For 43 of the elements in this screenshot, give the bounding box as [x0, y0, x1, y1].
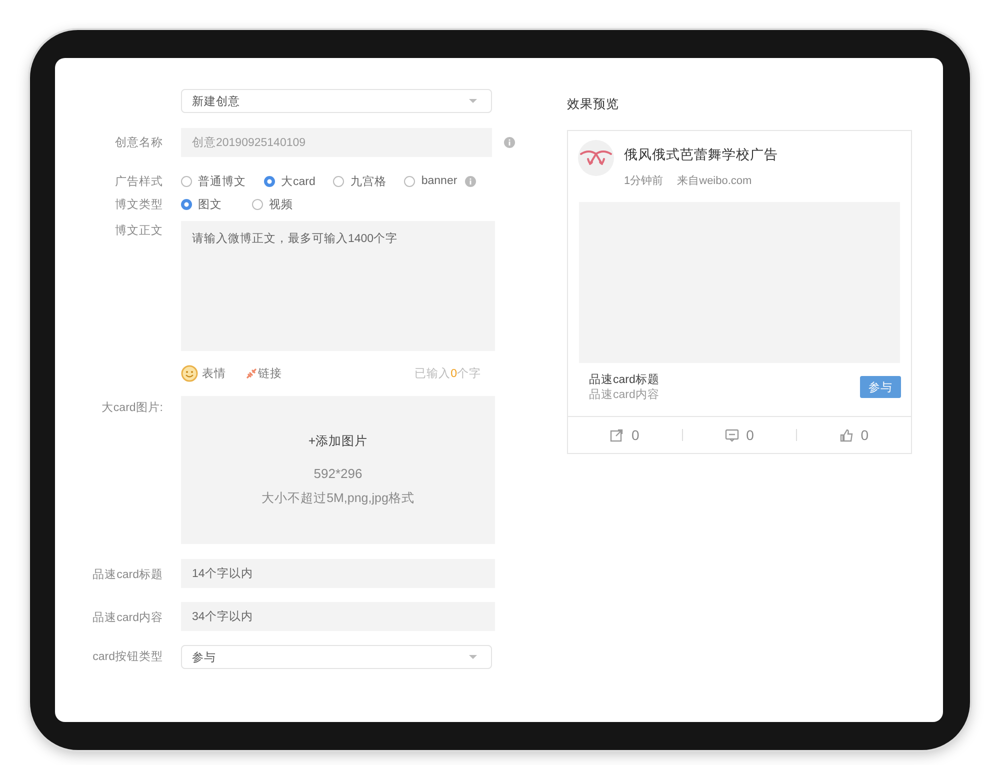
radio-option[interactable]: 普通博文 — [181, 174, 246, 188]
emoji-button[interactable]: 表情 — [181, 365, 226, 382]
preview-title: 效果预览 — [567, 96, 620, 113]
field-label: 博文正文 — [114, 224, 163, 238]
share-icon — [610, 428, 624, 442]
info-icon — [465, 176, 476, 186]
char-counter: 已输入0个字 — [414, 366, 481, 381]
link-icon — [246, 368, 257, 379]
comment-icon — [725, 428, 740, 442]
field-label: 品速card标题 — [92, 568, 163, 582]
join-button[interactable]: 参与 — [860, 376, 901, 398]
card-title: 品速card标题 — [589, 372, 660, 387]
comment-action[interactable]: 0 — [682, 429, 796, 441]
like-action[interactable]: 0 — [796, 429, 912, 441]
thumbs-up-icon — [840, 428, 854, 442]
field-label: 博文类型 — [114, 198, 163, 212]
creative-select[interactable]: 新建创意 — [181, 89, 492, 113]
radio-option[interactable]: banner — [404, 175, 458, 187]
post-body-field[interactable]: 请输入微博正文，最多可输入1400个字 — [181, 221, 495, 351]
radio-option[interactable]: 大card — [264, 174, 316, 188]
add-image-label: +添加图片 — [308, 433, 368, 450]
field-label: card按钮类型 — [92, 650, 163, 664]
field-label: 广告样式 — [114, 174, 163, 189]
image-format-hint: 大小不超过5M,png,jpg格式 — [262, 490, 414, 507]
card-content: 品速card内容 — [589, 387, 660, 402]
field-label: 创意名称 — [114, 136, 163, 150]
post-source: 来自weibo.com — [677, 174, 752, 188]
post-time: 1分钟前 — [624, 174, 664, 188]
radio-option[interactable]: 九宫格 — [333, 174, 386, 188]
text-field[interactable]: 34个字以内 — [181, 602, 495, 631]
image-size-text: 592*296 — [314, 466, 362, 481]
link-button[interactable]: 链接 — [246, 366, 282, 381]
field-label: 大card图片: — [100, 400, 163, 415]
info-icon — [504, 137, 515, 148]
button-type-select[interactable]: 参与 — [181, 645, 492, 669]
image-upload-area[interactable]: +添加图片 592*296 大小不超过5M,png,jpg格式 — [181, 396, 495, 544]
radio-option[interactable]: 图文 — [181, 196, 222, 212]
text-field[interactable]: 14个字以内 — [181, 559, 495, 588]
repost-action[interactable]: 0 — [568, 429, 682, 441]
account-name: 俄风俄式芭蕾舞学校广告 — [624, 146, 778, 164]
smiley-icon — [181, 365, 198, 382]
field-label: 品速card内容 — [92, 610, 163, 625]
radio-option[interactable]: 视频 — [252, 196, 293, 212]
